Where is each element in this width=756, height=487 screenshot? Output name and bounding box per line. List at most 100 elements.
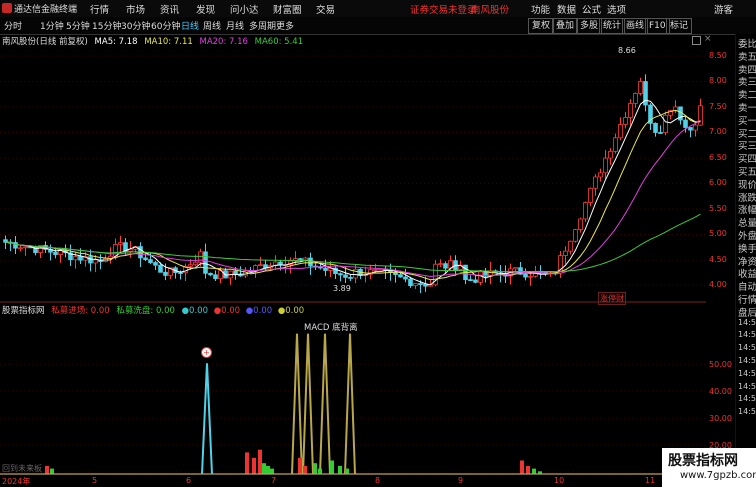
ind-value-3: 0.00 bbox=[189, 306, 208, 316]
menu-trade[interactable]: 交易 bbox=[316, 2, 335, 16]
menu-market[interactable]: 市场 bbox=[126, 2, 145, 16]
period-weekly[interactable]: 周线 bbox=[203, 19, 221, 32]
candle-body bbox=[373, 268, 378, 271]
watermark-url: www.7gpzb.com bbox=[680, 470, 756, 481]
price-tick: 7.50 bbox=[709, 102, 727, 111]
candle-body bbox=[593, 176, 598, 189]
candle-body bbox=[683, 119, 688, 128]
candle-body bbox=[613, 137, 618, 152]
candle-body bbox=[563, 250, 568, 257]
candle-body bbox=[413, 283, 418, 286]
candle-body bbox=[148, 259, 153, 263]
candle-body bbox=[118, 242, 123, 245]
candle-body bbox=[238, 274, 243, 277]
price-tick: 4.00 bbox=[709, 280, 727, 289]
high-label: 8.66 bbox=[618, 46, 636, 55]
candle-body bbox=[378, 268, 383, 271]
period-30min[interactable]: 30分钟 bbox=[121, 19, 150, 32]
ind-bar bbox=[532, 468, 536, 474]
candle-body bbox=[513, 267, 518, 270]
period-intraday[interactable]: 分时 bbox=[4, 19, 22, 32]
ind-bar bbox=[526, 465, 530, 474]
candle-body bbox=[403, 276, 408, 280]
login-status[interactable]: 证券交易未登录 bbox=[410, 2, 477, 16]
price-tick: 5.00 bbox=[709, 229, 727, 238]
ind-bar bbox=[298, 457, 302, 474]
ind-tick: 50.00 bbox=[709, 360, 732, 369]
ind-bar bbox=[270, 468, 274, 474]
date-label: 6 bbox=[186, 476, 192, 485]
overlay-button[interactable]: 叠加 bbox=[552, 18, 579, 34]
candle-body bbox=[78, 256, 83, 261]
side-panel-item[interactable]: 14:50 bbox=[738, 356, 756, 365]
mark-button[interactable]: 标记 bbox=[666, 18, 693, 34]
macd-annotation: MACD 底背离 bbox=[304, 323, 358, 333]
candle-body bbox=[658, 132, 663, 134]
menu-ask[interactable]: 问小达 bbox=[230, 2, 259, 16]
low-label: 3.89 bbox=[333, 284, 351, 293]
ind-bar bbox=[266, 465, 270, 474]
period-multi[interactable]: 多周期 bbox=[249, 19, 276, 32]
candle-body bbox=[663, 114, 668, 134]
menu-discover[interactable]: 发现 bbox=[196, 2, 215, 16]
candle-body bbox=[278, 261, 283, 266]
side-panel-item[interactable]: 14:50 bbox=[738, 382, 756, 391]
period-daily[interactable]: 日线 bbox=[181, 19, 199, 32]
app-title: 通达信金融终端 bbox=[14, 5, 78, 15]
period-more[interactable]: 更多 bbox=[276, 19, 294, 32]
candle-body bbox=[163, 271, 168, 276]
candle-body bbox=[23, 246, 28, 249]
menu-wealth[interactable]: 财富圈 bbox=[273, 2, 302, 16]
side-panel-item[interactable]: 14:50 bbox=[738, 343, 756, 352]
signal-plus-icon: + bbox=[201, 347, 212, 358]
candle-body bbox=[308, 257, 313, 267]
candle-body bbox=[528, 275, 533, 278]
menu-formula[interactable]: 公式 bbox=[582, 2, 601, 16]
date-label: 10 bbox=[554, 476, 565, 485]
candle-body bbox=[618, 124, 623, 139]
candle-body bbox=[408, 278, 413, 286]
ind-bar bbox=[45, 465, 49, 474]
candle-body bbox=[158, 264, 163, 273]
ind-bar bbox=[520, 460, 524, 474]
side-panel-item[interactable]: 14:50 bbox=[738, 318, 756, 327]
signal-spike bbox=[201, 363, 213, 475]
menu-data[interactable]: 数据 bbox=[557, 2, 576, 16]
menu-news[interactable]: 资讯 bbox=[160, 2, 179, 16]
candle-body bbox=[93, 259, 98, 264]
period-15min[interactable]: 15分钟 bbox=[92, 19, 121, 32]
ind-bar bbox=[50, 468, 54, 474]
side-panel-item[interactable]: 14:50 bbox=[738, 369, 756, 378]
candle-body bbox=[418, 283, 423, 285]
candle-body bbox=[18, 247, 23, 250]
period-60min[interactable]: 60分钟 bbox=[151, 19, 180, 32]
price-tick: 7.00 bbox=[709, 127, 727, 136]
side-panel-item[interactable]: 14:50 bbox=[738, 407, 756, 416]
kline-chart[interactable] bbox=[0, 44, 706, 476]
guest-label[interactable]: 游客 bbox=[714, 2, 733, 16]
menu-functions[interactable]: 功能 bbox=[531, 2, 550, 16]
adjust-button[interactable]: 复权 bbox=[528, 18, 555, 34]
candle-body bbox=[348, 277, 353, 279]
candle-body bbox=[258, 264, 263, 267]
period-monthly[interactable]: 月线 bbox=[226, 19, 244, 32]
candle-body bbox=[53, 251, 58, 255]
ind-bar bbox=[338, 465, 342, 474]
side-panel-item[interactable]: 14:50 bbox=[738, 394, 756, 403]
menu-quotes[interactable]: 行情 bbox=[90, 2, 109, 16]
stock-link[interactable]: 南风股份 bbox=[471, 2, 509, 16]
period-5min[interactable]: 5分钟 bbox=[66, 19, 90, 32]
candle-body bbox=[208, 272, 213, 276]
indicator-name[interactable]: 股票指标网 bbox=[2, 306, 45, 316]
date-label: 5 bbox=[92, 476, 98, 485]
back-to-future[interactable]: 回到未来板 bbox=[2, 463, 42, 474]
menu-options[interactable]: 选项 bbox=[607, 2, 626, 16]
ind-tick: 30.00 bbox=[709, 414, 732, 423]
indicator-header: 股票指标网 私募进场: 0.00 私募洗盘: 0.00 ●0.00 ●0.00 … bbox=[2, 304, 304, 316]
period-1min[interactable]: 1分钟 bbox=[40, 19, 64, 32]
close-icon[interactable]: × bbox=[704, 34, 712, 44]
candle-body bbox=[203, 251, 208, 274]
ind-value-5: 0.00 bbox=[253, 306, 273, 316]
ind-dot-icon: ● bbox=[181, 306, 190, 316]
side-panel-item[interactable]: 14:50 bbox=[738, 330, 756, 339]
